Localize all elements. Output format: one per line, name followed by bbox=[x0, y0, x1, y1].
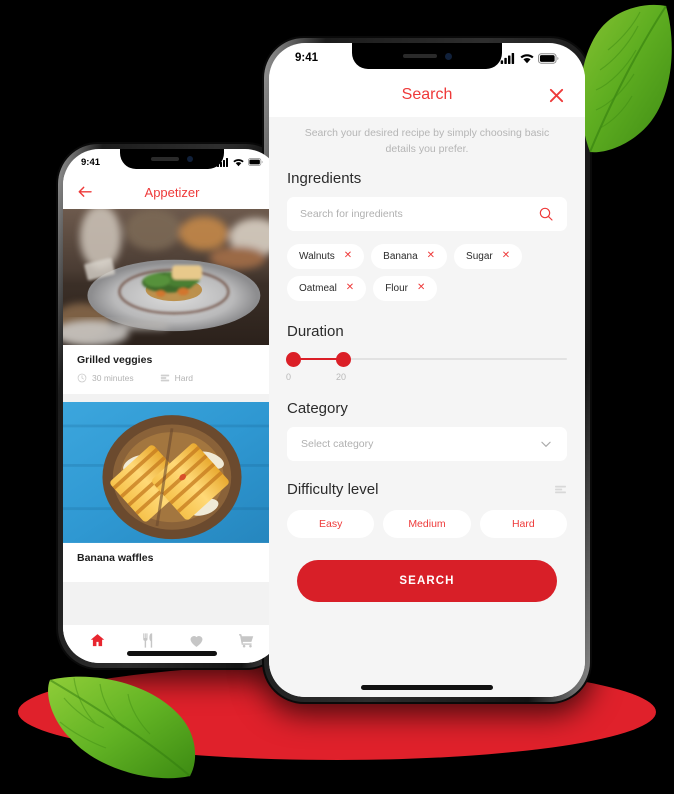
status-time: 9:41 bbox=[81, 156, 101, 168]
back-arrow-icon[interactable] bbox=[77, 184, 93, 200]
difficulty-option-medium[interactable]: Medium bbox=[383, 509, 471, 538]
cart-icon[interactable] bbox=[238, 632, 255, 649]
difficulty-label: Difficulty level bbox=[287, 480, 379, 498]
chip-label: Walnuts bbox=[299, 250, 335, 262]
clock-icon bbox=[77, 373, 87, 383]
leaf-icon bbox=[48, 676, 196, 779]
recipe-list[interactable]: Grilled veggies 30 minutes Hard Banana w… bbox=[63, 209, 281, 625]
slider-handle-min[interactable] bbox=[286, 351, 301, 367]
category-select[interactable]: Select category bbox=[287, 426, 567, 461]
ingredient-chip[interactable]: Walnuts ✕ bbox=[287, 243, 365, 269]
camera-icon bbox=[187, 156, 193, 162]
left-phone-screen: 9:41 Appetizer Grilled veggies 30 minute… bbox=[63, 149, 281, 663]
recipe-duration-text: 30 minutes bbox=[92, 373, 134, 384]
chip-remove-icon[interactable]: ✕ bbox=[346, 283, 354, 293]
chip-remove-icon[interactable]: ✕ bbox=[344, 251, 352, 261]
notch bbox=[352, 43, 502, 69]
status-time: 9:41 bbox=[295, 52, 319, 64]
close-icon[interactable] bbox=[548, 87, 565, 104]
camera-icon bbox=[444, 52, 452, 60]
levels-icon bbox=[160, 374, 169, 382]
leaf-decoration-bottom-left bbox=[44, 668, 196, 782]
category-selected-value: Select category bbox=[301, 437, 374, 450]
page-title: Search bbox=[401, 86, 453, 103]
levels-icon bbox=[555, 485, 566, 493]
bottom-tab-bar[interactable] bbox=[63, 625, 281, 663]
recipe-meta: 30 minutes Hard bbox=[63, 366, 281, 394]
search-input[interactable]: Search for ingredients bbox=[300, 208, 403, 220]
recipe-meta bbox=[63, 564, 281, 582]
chip-label: Flour bbox=[385, 282, 408, 294]
chevron-down-icon[interactable] bbox=[539, 437, 553, 451]
slider-handle-max[interactable] bbox=[336, 351, 351, 367]
leaf-icon bbox=[580, 4, 672, 153]
recipe-difficulty-text: Hard bbox=[174, 373, 194, 384]
search-header: Search bbox=[269, 73, 585, 117]
duration-range-slider[interactable]: 0 20 bbox=[286, 350, 567, 384]
notch bbox=[120, 149, 224, 169]
recipe-difficulty: Hard bbox=[160, 373, 193, 383]
recipe-image-grilled-veggies bbox=[63, 209, 281, 346]
difficulty-options: Easy Medium Hard bbox=[287, 509, 567, 538]
ingredient-chip[interactable]: Flour ✕ bbox=[373, 275, 438, 301]
difficulty-option-easy[interactable]: Easy bbox=[287, 509, 375, 538]
chip-remove-icon[interactable]: ✕ bbox=[427, 251, 435, 261]
recipe-title: Banana waffles bbox=[77, 552, 154, 565]
scene: 9:41 Appetizer Grilled veggies 30 minute… bbox=[0, 0, 674, 794]
wifi-icon bbox=[520, 53, 534, 63]
search-form: Search your desired recipe by simply cho… bbox=[269, 117, 585, 697]
right-phone-mockup: 9:41 Search Search your desired recipe b… bbox=[262, 36, 592, 704]
chip-label: Banana bbox=[383, 250, 418, 262]
slider-max-label: 20 bbox=[336, 371, 347, 382]
category-label: Category bbox=[287, 399, 348, 417]
leaf-decoration-top-right bbox=[574, 2, 674, 158]
ingredients-search-field[interactable]: Search for ingredients bbox=[287, 196, 567, 231]
status-icons bbox=[217, 157, 263, 167]
battery-icon bbox=[248, 158, 263, 166]
battery-icon bbox=[538, 52, 559, 64]
recipe-card[interactable]: Grilled veggies 30 minutes Hard bbox=[63, 209, 281, 395]
ingredient-chip[interactable]: Banana ✕ bbox=[371, 243, 448, 269]
home-indicator bbox=[127, 651, 217, 656]
recipe-duration: 30 minutes bbox=[77, 373, 134, 383]
search-subtitle: Search your desired recipe by simply cho… bbox=[304, 127, 550, 155]
ingredient-chip[interactable]: Oatmeal ✕ bbox=[287, 275, 367, 301]
status-icons bbox=[500, 52, 559, 64]
speaker-icon bbox=[151, 157, 179, 161]
duration-label: Duration bbox=[287, 322, 344, 340]
recipe-card[interactable]: Banana waffles bbox=[63, 402, 281, 583]
search-submit-button[interactable]: SEARCH bbox=[297, 559, 557, 602]
wifi-icon bbox=[233, 158, 244, 166]
left-header: Appetizer bbox=[63, 175, 281, 209]
difficulty-option-hard[interactable]: Hard bbox=[479, 509, 567, 538]
recipe-title: Grilled veggies bbox=[77, 354, 153, 367]
chip-label: Sugar bbox=[466, 250, 493, 262]
recipe-image-banana-waffles bbox=[63, 402, 281, 544]
ingredients-label: Ingredients bbox=[287, 169, 362, 187]
home-indicator bbox=[361, 685, 493, 690]
search-icon[interactable] bbox=[538, 206, 554, 222]
ingredient-chips: Walnuts ✕ Banana ✕ Sugar ✕ Oatmeal ✕ Flo… bbox=[287, 243, 567, 301]
slider-min-label: 0 bbox=[286, 371, 292, 382]
cutlery-icon[interactable] bbox=[139, 632, 156, 649]
home-icon[interactable] bbox=[89, 632, 106, 649]
chip-label: Oatmeal bbox=[299, 282, 337, 294]
right-phone-screen: 9:41 Search Search your desired recipe b… bbox=[269, 43, 585, 697]
chip-remove-icon[interactable]: ✕ bbox=[502, 251, 510, 261]
page-title: Appetizer bbox=[144, 184, 200, 200]
speaker-icon bbox=[402, 54, 437, 58]
chip-remove-icon[interactable]: ✕ bbox=[417, 283, 425, 293]
difficulty-header: Difficulty level bbox=[287, 481, 567, 498]
left-phone-mockup: 9:41 Appetizer Grilled veggies 30 minute… bbox=[56, 142, 288, 670]
heart-icon[interactable] bbox=[188, 632, 205, 649]
ingredient-chip[interactable]: Sugar ✕ bbox=[454, 243, 523, 269]
signal-icon bbox=[500, 52, 515, 64]
